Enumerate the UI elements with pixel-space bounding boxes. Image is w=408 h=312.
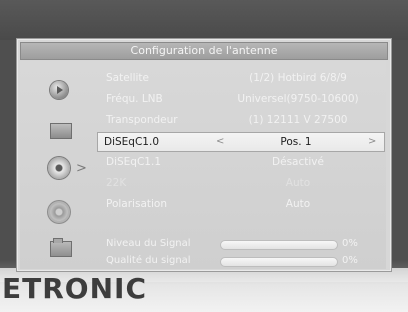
play-icon[interactable]	[50, 81, 68, 99]
menu-value: Universel(9750-10600)	[237, 93, 359, 105]
signal-level-bar	[220, 240, 338, 250]
menu-value: Auto	[285, 198, 311, 210]
satellite-dish-icon[interactable]	[48, 157, 70, 179]
signal-level: Niveau du Signal 0%	[100, 237, 382, 251]
tv-bezel-top	[0, 0, 408, 40]
dialog-title: Configuration de l'antenne	[20, 42, 388, 60]
menu-label: Satellite	[106, 72, 150, 84]
menu-value: Auto	[285, 177, 311, 189]
menu-row-transponder[interactable]: Transpondeur (1) 12111 V 27500	[100, 111, 382, 129]
menu-label: Polarisation	[106, 198, 167, 210]
menu-label: DiSEqC1.0	[104, 136, 159, 148]
chevron-right-icon: >	[76, 161, 87, 176]
menu-row-diseqc10[interactable]: DiSEqC1.0 < Pos. 1 >	[97, 132, 385, 152]
menu-value: (1) 12111 V 27500	[248, 114, 348, 126]
menu-row-polarisation[interactable]: Polarisation Auto	[100, 195, 382, 213]
signal-level-value: 0%	[342, 238, 358, 249]
antenna-config-dialog: Configuration de l'antenne > Satellite (…	[16, 38, 392, 272]
brand-logo: ETRONIC	[2, 272, 147, 305]
signal-quality-label: Qualité du signal	[106, 255, 191, 266]
signal-quality: Qualité du signal 0%	[100, 254, 382, 268]
tv-icon[interactable]	[50, 123, 72, 139]
signal-quality-value: 0%	[342, 255, 358, 266]
signal-level-label: Niveau du Signal	[106, 238, 191, 249]
menu-row-satellite[interactable]: Satellite (1/2) Hotbird 6/8/9	[100, 69, 382, 87]
menu-label: Transpondeur	[106, 114, 178, 126]
menu-value: Pos. 1	[280, 136, 312, 148]
menu-label: 22K	[106, 177, 127, 189]
chevron-right-icon[interactable]: >	[368, 136, 376, 147]
menu-row-lnb-frequency[interactable]: Fréqu. LNB Universel(9750-10600)	[100, 90, 382, 108]
category-icon-column: >	[20, 61, 100, 269]
settings-gear-icon[interactable]	[50, 203, 68, 221]
menu-value: (1/2) Hotbird 6/8/9	[249, 72, 347, 84]
dialog-content: > Satellite (1/2) Hotbird 6/8/9 Fréqu. L…	[20, 61, 386, 269]
signal-quality-bar	[220, 257, 338, 267]
menu-row-22k: 22K Auto	[100, 174, 382, 192]
menu-row-diseqc11[interactable]: DiSEqC1.1 Désactivé	[100, 153, 382, 171]
menu-value: Désactivé	[272, 156, 324, 168]
menu-label: Fréqu. LNB	[106, 93, 163, 105]
folder-icon[interactable]	[50, 238, 72, 257]
menu-label: DiSEqC1.1	[106, 156, 161, 168]
